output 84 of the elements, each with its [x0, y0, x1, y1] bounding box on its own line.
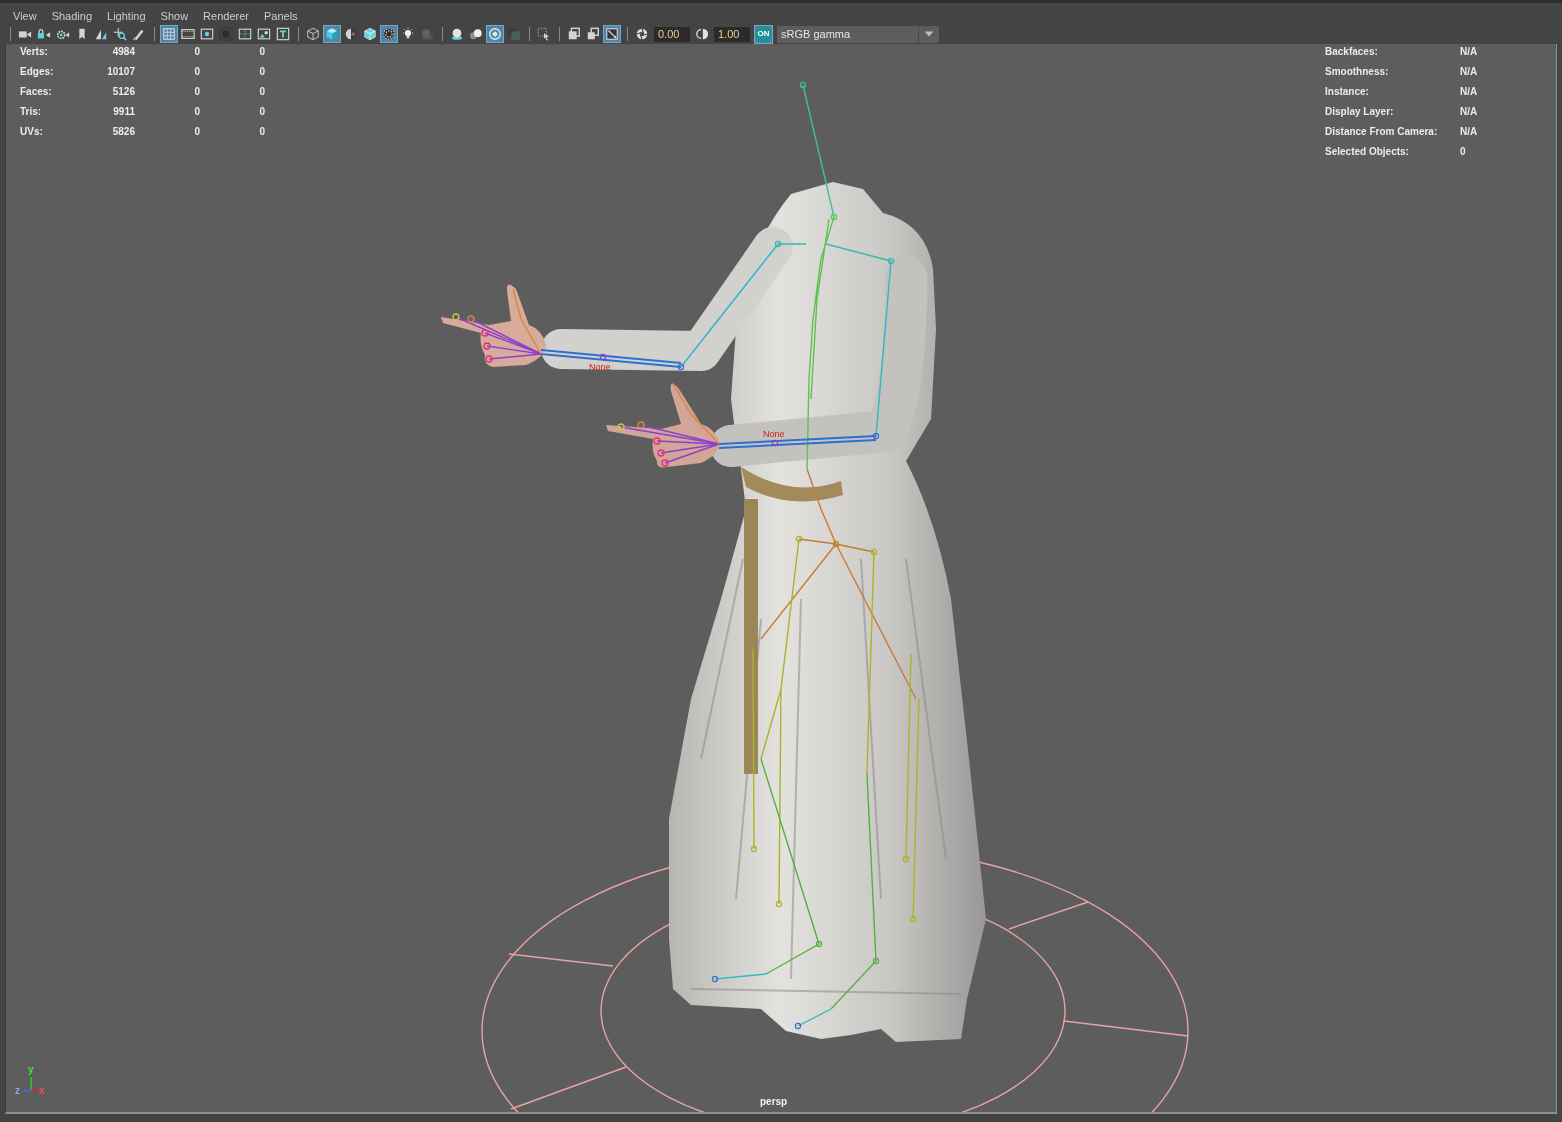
hud-label: Verts: — [20, 45, 49, 59]
hud-label: Backfaces: — [1325, 45, 1379, 59]
hud-label: Selected Objects: — [1325, 145, 1410, 159]
hud-label: Display Layer: — [1325, 105, 1395, 119]
arrows-magnifier-icon — [113, 27, 127, 41]
hud-label: Distance From Camera: — [1325, 125, 1439, 139]
hud-value: 4984 — [111, 45, 135, 59]
t-frame-button[interactable] — [274, 25, 292, 43]
menu-item[interactable]: Show — [160, 8, 189, 24]
caret-icon — [924, 29, 934, 39]
hud-value: 0 — [1460, 145, 1467, 159]
blurred-spheres-icon — [469, 27, 483, 41]
diagonal-frame-icon — [605, 27, 619, 41]
t-frame-icon — [276, 27, 290, 41]
menu-item[interactable]: Shading — [51, 8, 93, 24]
hud-label: Smoothness: — [1325, 65, 1390, 79]
joint-label: None — [589, 362, 611, 373]
hud-value: 9911 — [112, 105, 135, 119]
film-frame-icon — [181, 27, 195, 41]
hud-label: Faces: — [20, 85, 53, 99]
wire-cube-button[interactable] — [304, 25, 322, 43]
dark-circle-icon — [219, 27, 233, 41]
hud-value: 0 — [258, 65, 265, 79]
half-sphere-icon — [344, 27, 358, 41]
camera-name-label: persp — [760, 1096, 788, 1107]
hud-value: 0 — [193, 85, 200, 99]
hud-value: 0 — [193, 105, 200, 119]
hud-value: N/A — [1460, 105, 1479, 119]
hud-label: UVs: — [20, 125, 44, 139]
menu-item[interactable]: Lighting — [107, 8, 146, 24]
ring-icon — [488, 27, 502, 41]
menu-item[interactable]: View — [13, 8, 37, 24]
hud-value: N/A — [1460, 125, 1479, 139]
shaded-cube-icon — [325, 27, 339, 41]
exposure-field[interactable]: 0.00 — [654, 26, 690, 42]
viewport-canvas[interactable] — [5, 44, 1557, 1114]
half-circle-icon — [695, 27, 709, 41]
hud-value: 5826 — [111, 125, 135, 139]
gamma-field[interactable]: 1.00 — [714, 26, 750, 42]
hud-value: 0 — [258, 125, 265, 139]
hud-value: N/A — [1460, 45, 1479, 59]
hud-value: 0 — [258, 45, 265, 59]
grid-icon — [162, 27, 176, 41]
diagonal-frame-button[interactable] — [603, 25, 621, 43]
dot-frame-icon — [200, 27, 214, 41]
dotted-sphere-button[interactable] — [380, 25, 398, 43]
spheres-icon — [450, 27, 464, 41]
hud-value: 0 — [258, 105, 265, 119]
light-bulb-icon — [401, 27, 415, 41]
hud-value: 5126 — [111, 85, 135, 99]
axis-gizmo-drawing — [22, 1076, 39, 1092]
axis-label: y — [28, 1065, 34, 1075]
dotted-frame-icon — [238, 27, 252, 41]
view-transform-dropdown[interactable]: sRGB gamma — [777, 25, 939, 43]
axis-label: z — [15, 1086, 20, 1096]
lock-camera-icon — [37, 27, 51, 41]
wire-shaded-cube-button[interactable] — [361, 25, 379, 43]
menu-item[interactable]: Renderer — [203, 8, 249, 24]
color-management-button[interactable]: ON — [754, 24, 773, 44]
hud-label: Instance: — [1325, 85, 1370, 99]
overlapping-squares-icon — [586, 27, 600, 41]
hud-label: Edges: — [20, 65, 55, 79]
dotted-sphere-icon — [382, 27, 396, 41]
wire-shaded-cube-icon — [363, 27, 377, 41]
axis-label: x — [39, 1086, 45, 1096]
joint-label: None — [763, 429, 785, 440]
dark-squares-icon — [507, 27, 521, 41]
pencil-icon — [132, 27, 146, 41]
hud-value: 0 — [193, 45, 200, 59]
hud-value: 0 — [193, 65, 200, 79]
stacked-squares-icon — [567, 27, 581, 41]
aperture-icon — [635, 27, 649, 41]
hud-value: N/A — [1460, 65, 1479, 79]
hud-value: 0 — [193, 125, 200, 139]
hud-value: N/A — [1460, 85, 1479, 99]
menu-item[interactable]: Panels — [263, 8, 298, 24]
hud-value: 0 — [258, 85, 265, 99]
shadow-sphere-icon — [420, 27, 434, 41]
wire-cube-icon — [306, 27, 320, 41]
dashed-select-icon — [537, 27, 551, 41]
hud-value: 10107 — [106, 65, 135, 79]
shapes-frame-icon — [257, 27, 271, 41]
hud-label: Tris: — [20, 105, 43, 119]
arrows-magnifier-button[interactable] — [111, 25, 129, 43]
